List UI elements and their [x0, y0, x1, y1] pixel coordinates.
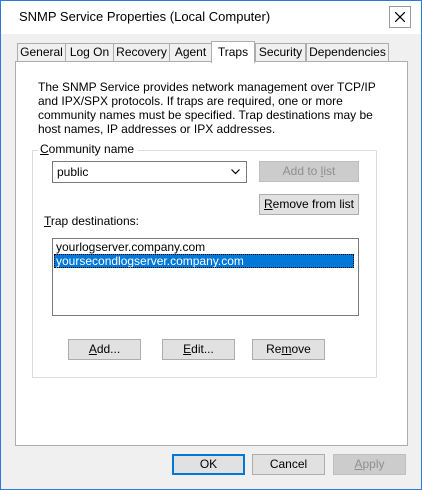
- title-bar: SNMP Service Properties (Local Computer): [1, 1, 421, 34]
- community-name-combobox[interactable]: public: [52, 161, 247, 183]
- list-item[interactable]: yourlogserver.company.com: [54, 240, 354, 254]
- add-to-list-button[interactable]: Add to list: [259, 161, 359, 182]
- remove-from-list-button[interactable]: Remove from list: [259, 194, 359, 215]
- tab-dependencies[interactable]: Dependencies: [306, 43, 389, 61]
- trap-destinations-listbox[interactable]: yourlogserver.company.com yoursecondlogs…: [52, 238, 359, 316]
- cancel-button[interactable]: Cancel: [252, 454, 325, 475]
- remove-destination-button[interactable]: Remove: [252, 339, 325, 360]
- list-item-selected[interactable]: yoursecondlogserver.company.com: [54, 254, 354, 268]
- window-title: SNMP Service Properties (Local Computer): [19, 9, 271, 24]
- tab-strip: General Log On Recovery Agent Traps Secu…: [15, 41, 409, 63]
- traps-description: The SNMP Service provides network manage…: [38, 80, 376, 136]
- tab-general[interactable]: General: [17, 43, 66, 61]
- edit-destination-button[interactable]: Edit...: [162, 339, 235, 360]
- traps-tab-panel: The SNMP Service provides network manage…: [15, 61, 408, 446]
- close-button[interactable]: [389, 6, 411, 28]
- tab-agent[interactable]: Agent: [169, 43, 212, 61]
- properties-dialog: SNMP Service Properties (Local Computer)…: [0, 0, 422, 490]
- chevron-down-icon: [231, 169, 240, 175]
- apply-button[interactable]: Apply: [333, 454, 406, 475]
- community-name-label: Community name: [38, 142, 139, 156]
- trap-destinations-label: Trap destinations:: [44, 214, 139, 228]
- tab-recovery[interactable]: Recovery: [113, 43, 170, 61]
- tab-security[interactable]: Security: [255, 43, 306, 61]
- close-icon: [395, 12, 405, 22]
- ok-button[interactable]: OK: [172, 454, 245, 475]
- community-name-value: public: [57, 165, 89, 179]
- tab-log-on[interactable]: Log On: [65, 43, 114, 61]
- tab-traps[interactable]: Traps: [211, 41, 255, 63]
- add-destination-button[interactable]: Add...: [68, 339, 141, 360]
